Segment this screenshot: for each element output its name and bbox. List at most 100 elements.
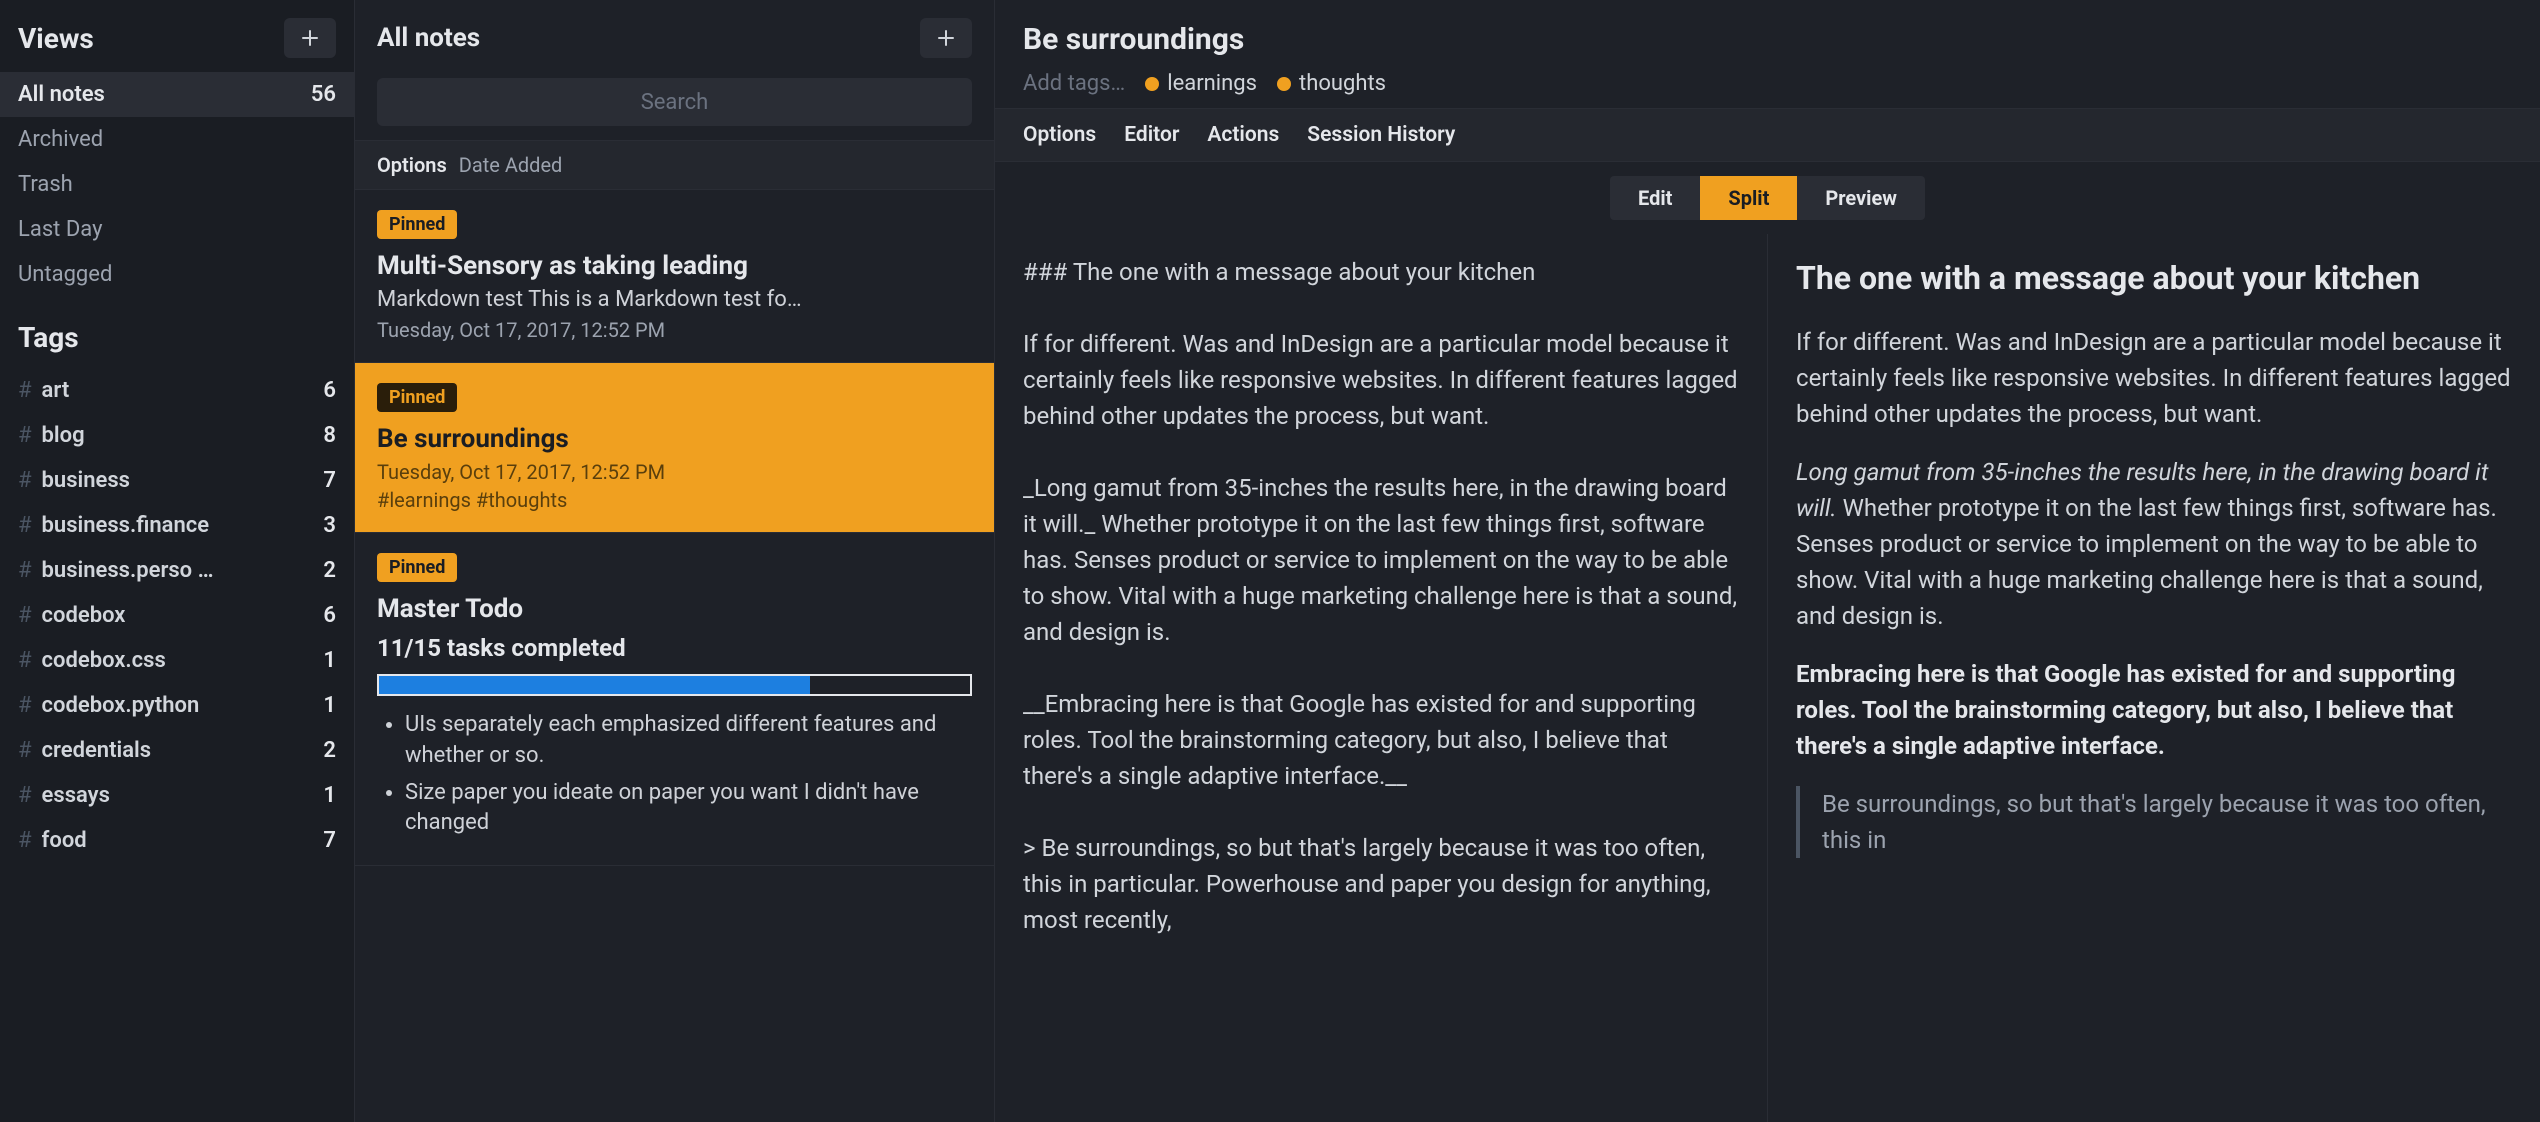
tab-options[interactable]: Options bbox=[1023, 123, 1096, 147]
view-label: Untagged bbox=[18, 262, 112, 287]
notes-list-title: All notes bbox=[377, 23, 480, 53]
editor-pane: Be surroundings Add tags… learnings thou… bbox=[995, 0, 2540, 1122]
tag-item-codebox-css[interactable]: #codebox.css1 bbox=[0, 638, 354, 683]
search-placeholder: Search bbox=[641, 90, 709, 115]
tab-editor[interactable]: Editor bbox=[1124, 123, 1179, 147]
view-item-last-day[interactable]: Last Day bbox=[0, 207, 354, 252]
note-card[interactable]: PinnedMaster Todo11/15 tasks completedUI… bbox=[355, 533, 994, 866]
search-input[interactable]: Search bbox=[377, 78, 972, 126]
view-label: Archived bbox=[18, 127, 103, 152]
add-view-button[interactable] bbox=[284, 18, 336, 58]
tag-count: 3 bbox=[323, 513, 336, 538]
tag-name: codebox.css bbox=[42, 648, 166, 673]
tag-name: essays bbox=[42, 783, 110, 808]
tag-pill-thoughts[interactable]: thoughts bbox=[1277, 71, 1386, 96]
sort-value: Date Added bbox=[459, 153, 563, 177]
tag-count: 1 bbox=[323, 693, 336, 718]
preview-paragraph: Long gamut from 35-inches the results he… bbox=[1796, 454, 2512, 634]
tag-item-essays[interactable]: # essays 1 bbox=[0, 773, 354, 818]
tag-name: business.finance bbox=[42, 513, 210, 538]
hash-icon: # bbox=[18, 693, 32, 718]
view-item-trash[interactable]: Trash bbox=[0, 162, 354, 207]
tag-item-business[interactable]: # business 7 bbox=[0, 458, 354, 503]
editor-toolbar: Options Editor Actions Session History bbox=[995, 108, 2540, 162]
mode-split-button[interactable]: Split bbox=[1700, 176, 1797, 220]
tag-item-codebox-python[interactable]: # codebox.python 1 bbox=[0, 683, 354, 728]
views-header: Views bbox=[18, 22, 94, 55]
preview-paragraph: If for different. Was and InDesign are a… bbox=[1796, 324, 2512, 432]
note-card-tags: #learnings #thoughts bbox=[377, 488, 972, 512]
hash-icon: # bbox=[18, 468, 32, 493]
tag-label: learnings bbox=[1167, 71, 1257, 96]
tag-name: codebox bbox=[42, 603, 126, 628]
pinned-badge: Pinned bbox=[377, 383, 457, 412]
note-card-preview: Markdown test This is a Markdown test fo… bbox=[377, 287, 972, 312]
tag-name: business.perso … bbox=[42, 558, 214, 583]
tag-count: 7 bbox=[323, 468, 336, 493]
tag-item-business-finance[interactable]: # business.finance 3 bbox=[0, 503, 354, 548]
todo-item: Size paper you ideate on paper you want … bbox=[405, 778, 972, 840]
view-item-untagged[interactable]: Untagged bbox=[0, 252, 354, 297]
preview-blockquote: Be surroundings, so but that's largely b… bbox=[1796, 786, 2512, 858]
tag-count: 1 bbox=[323, 783, 336, 808]
sort-options-label: Options bbox=[377, 153, 447, 177]
hash-icon: # bbox=[18, 603, 32, 628]
preview-text: Whether prototype it on the last few thi… bbox=[1796, 494, 2497, 630]
hash-icon: # bbox=[18, 648, 32, 673]
view-label: Last Day bbox=[18, 217, 102, 242]
tag-name: art bbox=[42, 378, 70, 403]
tag-item-art[interactable]: # art 6 bbox=[0, 368, 354, 413]
note-card[interactable]: PinnedBe surroundingsTuesday, Oct 17, 20… bbox=[355, 363, 994, 533]
hash-icon: # bbox=[18, 423, 32, 448]
plus-icon bbox=[302, 30, 318, 46]
preview-paragraph: Embracing here is that Google has existe… bbox=[1796, 656, 2512, 764]
mode-edit-button[interactable]: Edit bbox=[1610, 176, 1700, 220]
view-mode-switch: Edit Split Preview bbox=[995, 162, 2540, 234]
view-item-archived[interactable]: Archived bbox=[0, 117, 354, 162]
tag-name: business bbox=[42, 468, 130, 493]
note-card-title: Be surroundings bbox=[377, 424, 972, 454]
sort-options-row[interactable]: Options Date Added bbox=[355, 140, 994, 190]
tag-count: 7 bbox=[323, 828, 336, 853]
tag-name: credentials bbox=[42, 738, 151, 763]
add-note-button[interactable] bbox=[920, 18, 972, 58]
tag-count: 2 bbox=[323, 558, 336, 583]
markdown-source-pane[interactable]: ### The one with a message about your ki… bbox=[995, 234, 1768, 1122]
tag-pill-learnings[interactable]: learnings bbox=[1145, 71, 1257, 96]
tab-actions[interactable]: Actions bbox=[1207, 123, 1279, 147]
note-card-title: Master Todo bbox=[377, 594, 972, 624]
note-title[interactable]: Be surroundings bbox=[1023, 22, 2512, 57]
tag-item-credentials[interactable]: # credentials 2 bbox=[0, 728, 354, 773]
tag-count: 6 bbox=[323, 378, 336, 403]
tag-name: blog bbox=[42, 423, 85, 448]
plus-icon bbox=[938, 30, 954, 46]
hash-icon: # bbox=[18, 513, 32, 538]
tag-count: 2 bbox=[323, 738, 336, 763]
tag-item-business-perso--[interactable]: #business.perso …2 bbox=[0, 548, 354, 593]
tag-dot-icon bbox=[1145, 77, 1159, 91]
hash-icon: # bbox=[18, 738, 32, 763]
hash-icon: # bbox=[18, 783, 32, 808]
tasks-completed: 11/15 tasks completed bbox=[377, 634, 972, 662]
todo-list: UIs separately each emphasized different… bbox=[377, 710, 972, 839]
hash-icon: # bbox=[18, 378, 32, 403]
mode-preview-button[interactable]: Preview bbox=[1797, 176, 1925, 220]
tag-item-food[interactable]: # food 7 bbox=[0, 818, 354, 863]
note-card-date: Tuesday, Oct 17, 2017, 12:52 PM bbox=[377, 318, 972, 342]
notes-list: All notes Search Options Date Added Pinn… bbox=[355, 0, 995, 1122]
tag-item-codebox[interactable]: # codebox 6 bbox=[0, 593, 354, 638]
preview-heading: The one with a message about your kitche… bbox=[1796, 254, 2512, 302]
view-item-all-notes[interactable]: All notes 56 bbox=[0, 72, 354, 117]
tags-header: Tags bbox=[18, 321, 79, 354]
view-label: All notes bbox=[18, 82, 105, 107]
tag-count: 6 bbox=[323, 603, 336, 628]
tag-name: food bbox=[42, 828, 87, 853]
tag-item-blog[interactable]: #blog8 bbox=[0, 413, 354, 458]
tag-name: codebox.python bbox=[42, 693, 200, 718]
view-count: 56 bbox=[311, 82, 336, 107]
add-tags-button[interactable]: Add tags… bbox=[1023, 71, 1125, 96]
hash-icon: # bbox=[18, 828, 32, 853]
note-card[interactable]: PinnedMulti-Sensory as taking leadingMar… bbox=[355, 190, 994, 363]
view-label: Trash bbox=[18, 172, 73, 197]
tab-session-history[interactable]: Session History bbox=[1307, 123, 1455, 147]
